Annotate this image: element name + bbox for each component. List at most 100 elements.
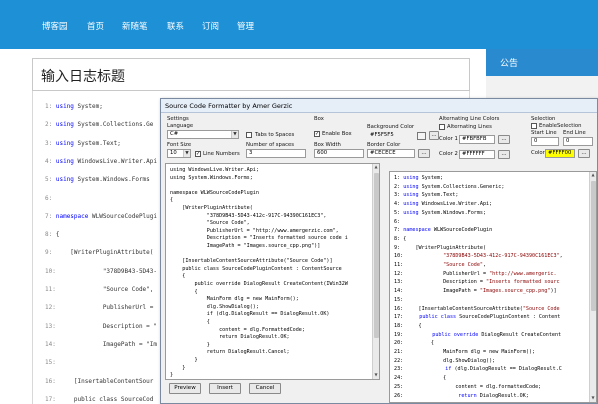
preview-code-line: 18: { <box>394 323 422 329</box>
code-keyword: namespace <box>403 227 431 234</box>
nav-item-subscribe[interactable]: 订阅 <box>202 20 219 32</box>
source-code-line: "378D9B43-5D43-412c-917C-94390C161EC3", <box>170 212 327 219</box>
code-keyword: return <box>458 392 477 399</box>
code-text: content = dlg.formattedCode; <box>406 383 542 390</box>
line-number: 21: <box>394 349 404 355</box>
code-text: System.Collections.Generic; <box>418 183 505 190</box>
line-number: 22: <box>394 357 404 364</box>
nav-item-home[interactable]: 首页 <box>87 20 104 32</box>
alternating-lines-checkbox[interactable] <box>439 124 445 130</box>
start-line-input[interactable]: 0 <box>531 137 559 146</box>
preview-button-label: Preview <box>174 385 196 391</box>
source-code-line: return DialogResult.Cancel; <box>170 349 290 356</box>
tabs-to-spaces-checkbox[interactable] <box>246 132 252 138</box>
preview-scroll-thumb[interactable] <box>591 181 596 311</box>
preview-scrollbar[interactable]: ▲ ▼ <box>589 172 596 402</box>
scroll-up-icon[interactable]: ▲ <box>373 164 379 170</box>
post-title-input[interactable]: 输入日志标题 <box>32 58 470 91</box>
box-width-label: Box Width <box>314 142 341 148</box>
end-line-input[interactable]: 0 <box>563 137 593 146</box>
editor-code-line: 13: Description = " <box>45 323 157 330</box>
source-code-line: { <box>170 288 198 295</box>
code-text: "378D9B43-5D43- <box>59 267 158 275</box>
dialog-title: Source Code Formatter by Amer Gerzic <box>165 102 293 110</box>
code-keyword: using <box>403 201 419 208</box>
line-number: 5: <box>45 176 53 184</box>
source-code-line: ImagePath = "Images.source_cpp.png")] <box>170 243 321 249</box>
line-number: 3: <box>45 139 53 147</box>
editor-code-line: 15: <box>45 359 59 366</box>
source-code-line: MainForm dlg = new MainForm(); <box>170 296 299 303</box>
enable-box-label: Enable Box <box>322 131 352 137</box>
font-size-select[interactable]: 10 ▼ <box>167 149 191 158</box>
code-text: { <box>55 231 60 239</box>
scroll-down-icon[interactable]: ▼ <box>590 395 596 401</box>
insert-button-label: Insert <box>217 385 233 391</box>
code-text: public class SourceCod <box>59 395 154 403</box>
nav-item-new-post[interactable]: 新随笔 <box>122 20 148 32</box>
code-keyword: using <box>403 175 419 181</box>
cancel-button[interactable]: Cancel <box>249 383 281 394</box>
border-color-text: #CECECE <box>370 150 396 156</box>
code-text: WindowsLive.Writer.Api; <box>418 201 493 208</box>
code-text: System.Windows.Forms; <box>418 209 487 216</box>
line-number: 14: <box>45 340 56 348</box>
code-keyword: using <box>55 103 74 110</box>
editor-code-line: 4: using WindowsLive.Writer.Api <box>45 158 157 165</box>
preview-pane[interactable]: ▲ ▼ 1: using System; 2: using System.Coll… <box>389 171 597 403</box>
preview-button[interactable]: Preview <box>169 383 201 394</box>
code-text: Description = " <box>59 322 158 330</box>
background-color-text: #F5F5F5 <box>370 132 394 138</box>
nav-item-manage[interactable]: 管理 <box>237 20 254 32</box>
enable-box-checkbox[interactable]: ✓ <box>314 131 320 137</box>
browse-label: ... <box>501 151 507 157</box>
preview-code-line: 13: Description = "Inserts formatted sou… <box>394 279 560 285</box>
selection-color-browse-button[interactable]: ... <box>578 149 590 158</box>
line-number: 16: <box>45 377 56 385</box>
nav-item-contact[interactable]: 联系 <box>167 20 184 32</box>
code-keyword: using <box>55 139 74 147</box>
editor-code-line: 10: "378D9B43-5D43- <box>45 268 157 275</box>
source-code-textbox[interactable]: ▲ ▼ using WindowsLive.Writer.Api; using S… <box>165 163 380 380</box>
code-text: DialogResult CreateContent <box>478 331 562 338</box>
selection-color-input[interactable]: #FFFF00 <box>545 149 575 158</box>
line-number: 8: <box>394 235 401 242</box>
source-scroll-thumb[interactable] <box>374 173 379 338</box>
color1-input[interactable]: #FBFBFB <box>459 135 495 144</box>
scroll-up-icon[interactable]: ▲ <box>590 172 596 178</box>
color1-browse-button[interactable]: ... <box>498 135 510 144</box>
font-size-value: 10 <box>170 150 177 156</box>
code-text-tail: , <box>559 253 563 260</box>
line-numbers-checkbox[interactable]: ✓ <box>195 151 201 157</box>
editor-code-line: 2: using System.Collections.Ge <box>45 121 153 128</box>
scroll-down-icon[interactable]: ▼ <box>373 372 379 378</box>
box-width-input[interactable]: 600 <box>314 149 364 158</box>
color2-input[interactable]: #FFFFFF <box>459 150 495 159</box>
alternating-lines-label: Alternating Lines <box>447 124 492 130</box>
nav-item-home-site[interactable]: 博客园 <box>42 20 68 32</box>
start-line-value: 0 <box>534 138 538 144</box>
dialog-titlebar[interactable]: Source Code Formatter by Amer Gerzic <box>161 99 597 113</box>
box-label: Box <box>314 116 324 122</box>
line-number: 2: <box>394 183 401 190</box>
code-keyword: namespace <box>55 212 89 220</box>
code-text: System.Text; <box>73 139 121 147</box>
color2-browse-button[interactable]: ... <box>498 150 510 159</box>
settings-label: Settings <box>167 116 189 122</box>
cancel-button-label: Cancel <box>255 385 275 391</box>
source-code-line: PublisherUrl = "http://www.amergerzic.co… <box>170 227 339 234</box>
source-scrollbar[interactable]: ▲ ▼ <box>372 164 379 379</box>
enable-selection-checkbox[interactable] <box>531 123 537 129</box>
language-select[interactable]: C# ▼ <box>167 130 239 139</box>
source-code-line: Description = "Inserts formatted source … <box>170 235 348 242</box>
num-spaces-input[interactable]: 3 <box>246 149 306 158</box>
preview-code-line: 10: "378D9B43-5D43-412c-917C-94390C161EC… <box>394 253 563 259</box>
end-line-label: End Line <box>563 130 586 136</box>
source-code-formatter-dialog: Source Code Formatter by Amer Gerzic Set… <box>160 98 598 404</box>
preview-code-line: 9: [WriterPluginAttribute( <box>394 245 486 251</box>
background-color-browse-button[interactable]: ... <box>429 131 439 140</box>
preview-code-line: 6: <box>394 219 403 225</box>
font-size-label: Font Size <box>167 142 192 148</box>
border-color-browse-button[interactable]: ... <box>418 149 430 158</box>
insert-button[interactable]: Insert <box>209 383 241 394</box>
